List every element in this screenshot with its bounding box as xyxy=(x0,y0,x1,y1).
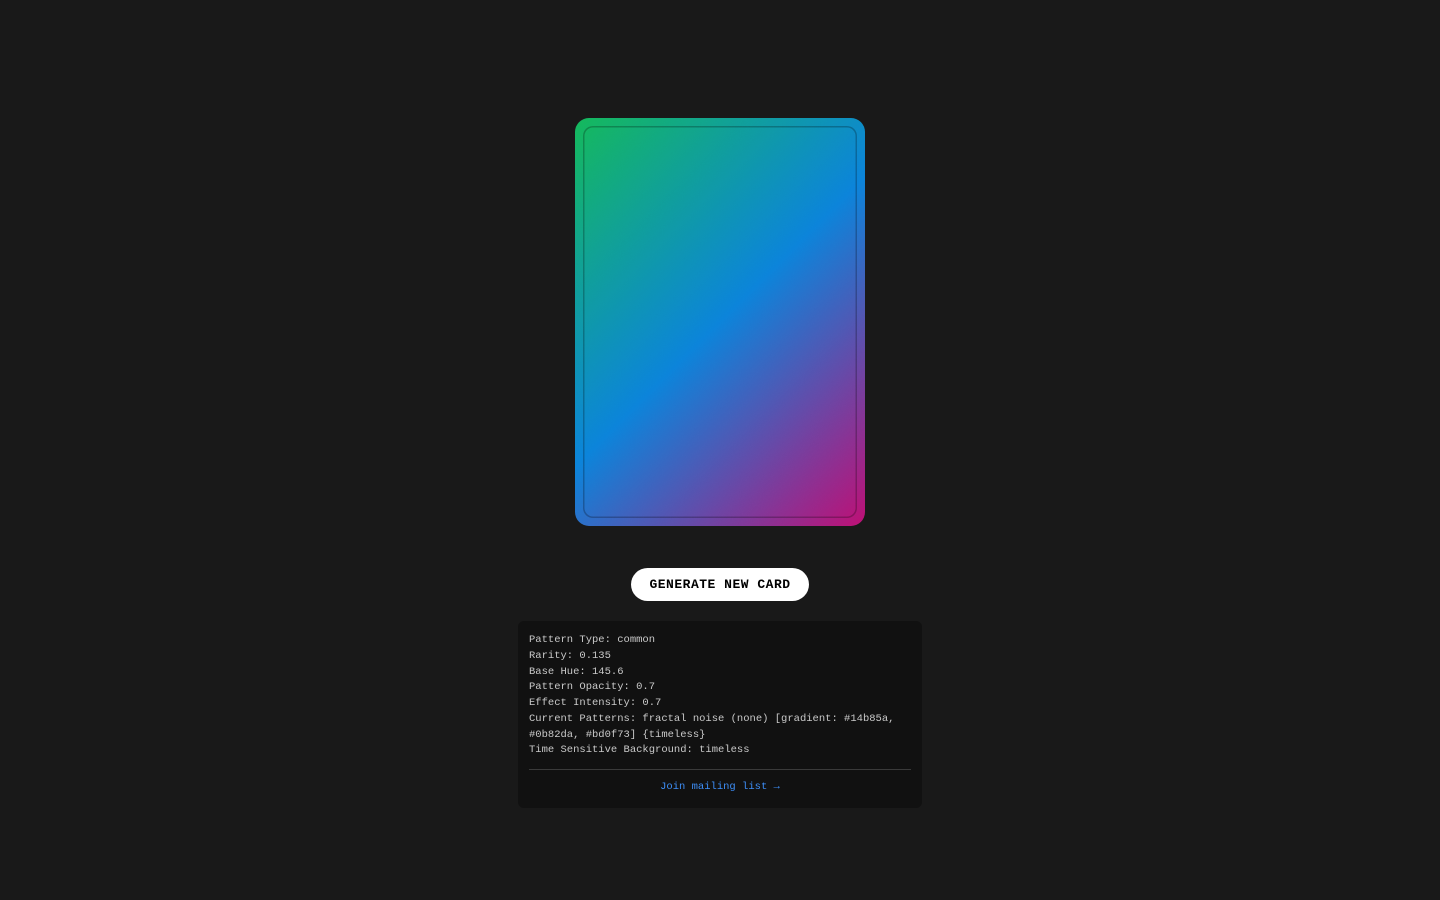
button-row: GENERATE NEW CARD xyxy=(631,568,808,601)
generated-card xyxy=(575,118,865,526)
info-text: Pattern Type: common Rarity: 0.135 Base … xyxy=(529,633,911,759)
generate-new-card-button[interactable]: GENERATE NEW CARD xyxy=(631,568,808,601)
card-inner-border xyxy=(583,126,857,518)
info-divider xyxy=(529,769,911,770)
stage: GENERATE NEW CARD Pattern Type: common R… xyxy=(0,0,1440,900)
mailing-list-link[interactable]: Join mailing list → xyxy=(529,780,911,796)
info-panel: Pattern Type: common Rarity: 0.135 Base … xyxy=(518,621,922,808)
